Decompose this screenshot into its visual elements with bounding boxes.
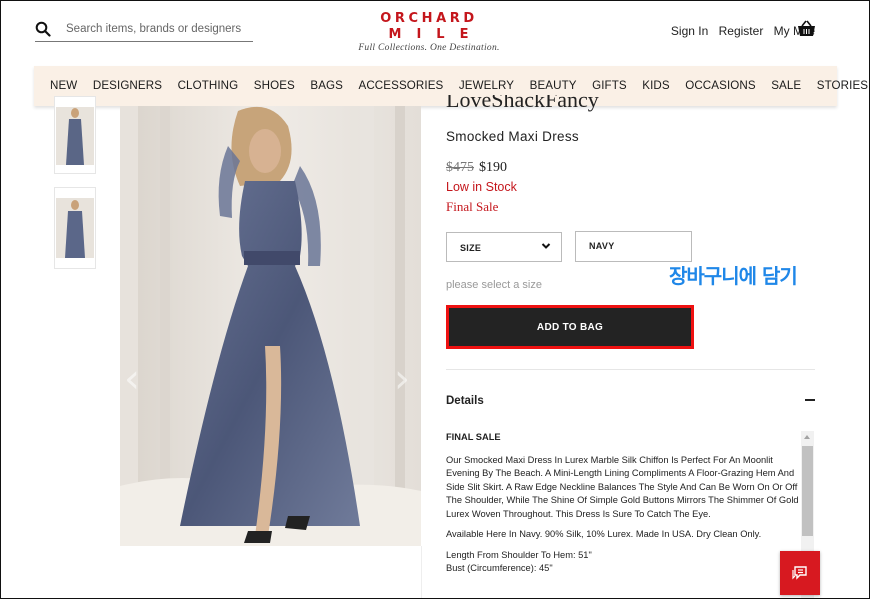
nav-item-jewelry[interactable]: JEWELRY [459,79,514,92]
collapse-minus-icon[interactable] [805,399,815,401]
final-sale-label: Final Sale [446,199,499,214]
nav-item-occasions[interactable]: OCCASIONS [685,79,755,92]
nav-item-new[interactable]: NEW [50,79,77,92]
page-frame: ORCHARD MILE Full Collections. One Desti… [0,0,870,599]
add-to-bag-label: ADD TO BAG [536,321,604,333]
details-content: FINAL SALE Our Smocked Maxi Dress In Lur… [446,431,801,598]
nav-item-beauty[interactable]: BEAUTY [530,79,577,92]
product-brand[interactable]: LoveShackFancy [446,95,746,117]
scrollbar-thumb[interactable] [802,446,813,536]
nav-item-clothing[interactable]: CLOTHING [178,79,239,92]
add-to-bag-button[interactable]: ADD TO BAG [446,305,694,349]
nav-item-accessories[interactable]: ACCESSORIES [359,79,444,92]
nav-item-designers[interactable]: DESIGNERS [93,79,162,92]
register-link[interactable]: Register [719,24,764,38]
next-image-arrow[interactable]: › [394,356,410,402]
details-heading[interactable]: Details [446,395,484,407]
nav-item-sale[interactable]: SALE [771,79,801,92]
size-hint: please select a size [446,279,542,291]
size-select-label: SIZE [460,243,482,253]
shopping-bag-icon[interactable] [797,20,816,37]
site-logo[interactable]: ORCHARD MILE Full Collections. One Desti… [339,11,519,54]
search-input[interactable] [66,20,251,38]
brand-name[interactable]: LoveShackFancy [446,95,599,112]
color-select-label: NAVY [589,241,615,251]
nav-item-bags[interactable]: BAGS [310,79,343,92]
divider [446,369,815,370]
thumbnail-image [56,107,94,165]
scroll-up-arrow-icon[interactable] [804,435,810,439]
color-select[interactable]: NAVY [575,231,692,262]
stock-status: Low in Stock [446,180,517,194]
thumbnail-1[interactable] [54,96,96,174]
details-final-sale: FINAL SALE [446,432,501,442]
nav-item-gifts[interactable]: GIFTS [592,79,627,92]
logo-tagline: Full Collections. One Destination. [358,43,500,53]
logo-line2: MILE [388,27,484,42]
chat-icon [792,566,807,580]
prev-image-arrow[interactable]: ‹ [124,356,140,402]
search-icon[interactable] [35,21,51,37]
details-length: Length From Shoulder To Hem: 51" [446,549,592,560]
details-availability: Available Here In Navy. 90% Silk, 10% Lu… [446,529,762,539]
thumbnail-image [56,198,94,258]
product-price: $475 $190 [446,160,507,176]
chat-button[interactable] [780,551,820,595]
sale-price: $190 [479,160,507,175]
dress-photo [120,106,421,546]
add-to-bag-annotation: 장바구니에 담기 [669,264,798,288]
thumbnail-2[interactable] [54,187,96,269]
image-gallery-area [120,546,422,598]
nav-item-shoes[interactable]: SHOES [254,79,295,92]
details-bust: Bust (Circumference): 45" [446,563,553,573]
chevron-down-icon [541,243,551,249]
sign-in-link[interactable]: Sign In [671,24,708,38]
account-links: Sign In Register My Mile [664,24,815,38]
nav-item-kids[interactable]: KIDS [642,79,669,92]
nav-item-stories[interactable]: STORIES [817,79,868,92]
product-main-image[interactable] [120,106,421,546]
size-select[interactable]: SIZE [446,232,562,262]
search-bar[interactable] [35,19,253,42]
details-description: Our Smocked Maxi Dress In Lurex Marble S… [446,454,799,519]
original-price: $475 [446,160,474,175]
product-name: Smocked Maxi Dress [446,129,579,144]
logo-line1: ORCHARD [380,11,478,26]
